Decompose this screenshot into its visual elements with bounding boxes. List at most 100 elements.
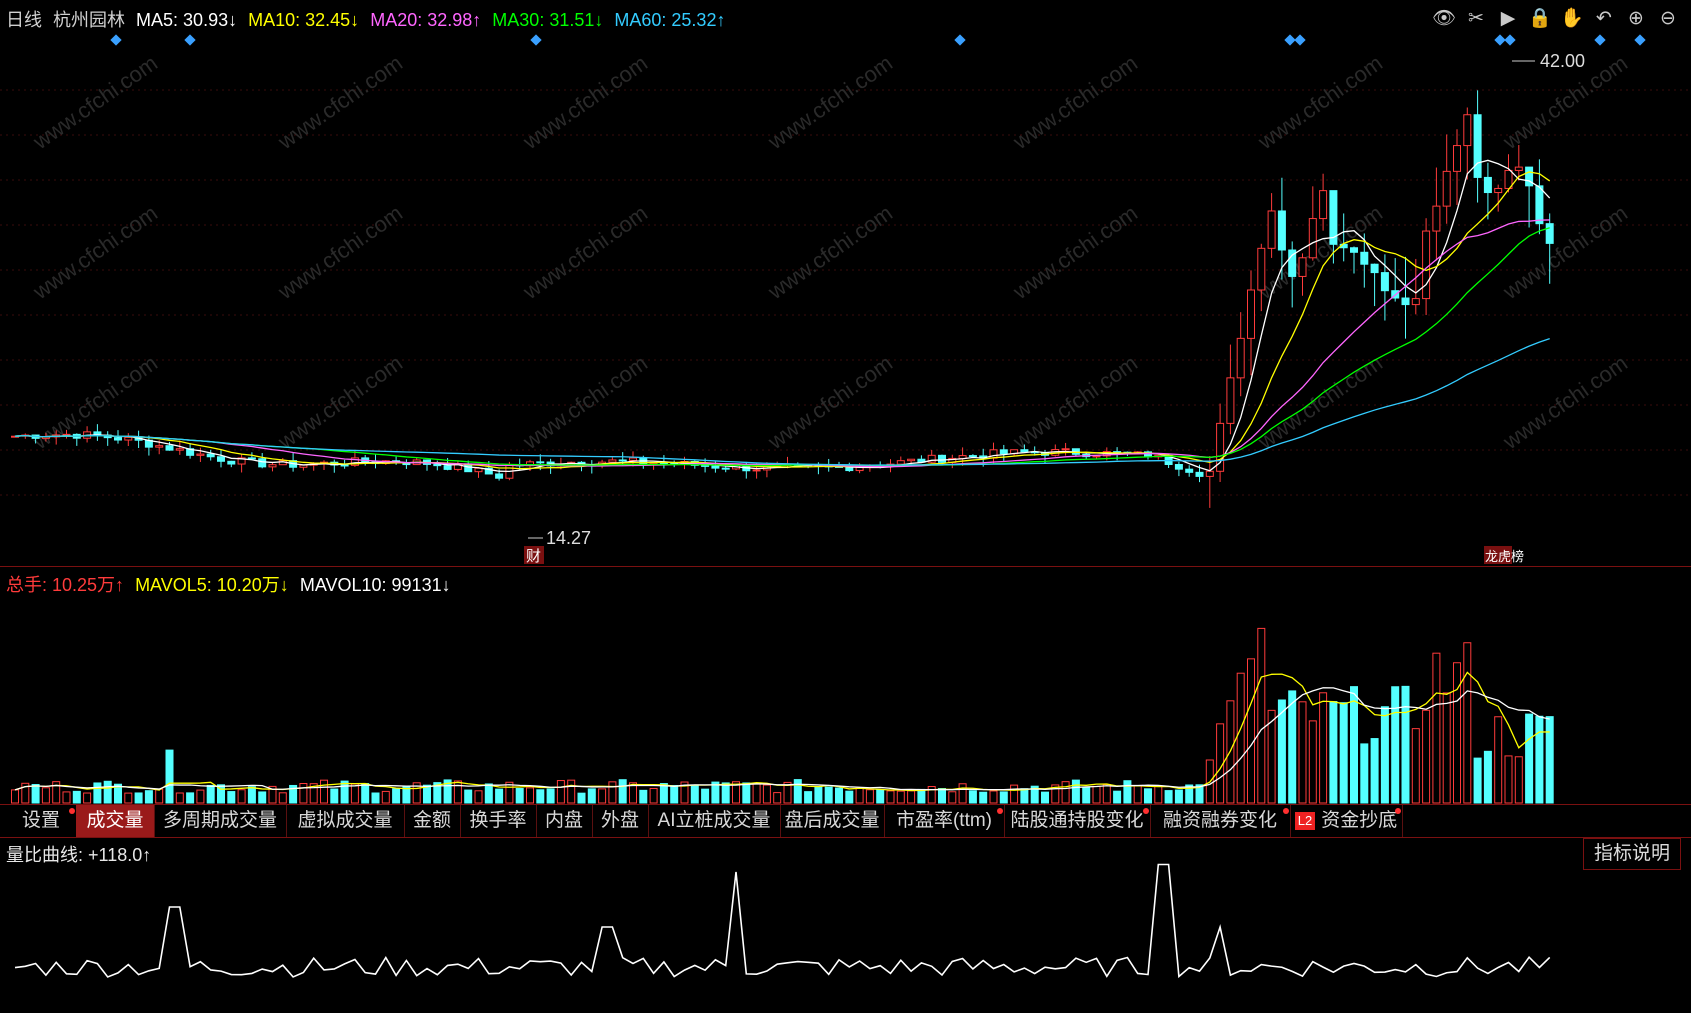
event-diamond-icon[interactable]	[1504, 34, 1516, 46]
volume-bar	[1453, 662, 1461, 804]
volume-ratio-panel[interactable]: 量比曲线: +118.0↑	[0, 837, 1691, 1013]
event-diamond-icon[interactable]	[530, 34, 542, 46]
volume-bar	[320, 779, 328, 804]
tab-8[interactable]: AI立桩成交量	[648, 805, 781, 837]
volume-bar	[1288, 690, 1297, 804]
candle	[1061, 442, 1070, 456]
tab-9[interactable]: 盘后成交量	[780, 805, 885, 837]
watermark-text: www.cfchi.com	[273, 200, 407, 304]
volume-bar	[175, 792, 184, 804]
hand-icon[interactable]: ✋	[1559, 6, 1585, 32]
volume-bar	[649, 787, 658, 804]
watermark-text: www.cfchi.com	[518, 350, 652, 454]
tab-label: 内盘	[544, 810, 583, 831]
watermark-text: www.cfchi.com	[763, 200, 897, 304]
volume-bar	[979, 791, 988, 804]
tab-1[interactable]: 成交量	[76, 805, 155, 837]
tab-13[interactable]: L2 资金抄底	[1290, 805, 1403, 837]
event-diamond-icon[interactable]	[1494, 34, 1506, 46]
volume-bar	[1010, 784, 1019, 804]
tab-7[interactable]: 外盘	[592, 805, 649, 837]
event-diamond-icon[interactable]	[184, 34, 196, 46]
tab-label: 陆股通持股变化	[1010, 810, 1144, 831]
eye-icon[interactable]: 👁	[1431, 6, 1457, 32]
watermark-text: www.cfchi.com	[1253, 50, 1387, 154]
tab-5[interactable]: 换手率	[460, 805, 537, 837]
candle	[320, 460, 328, 470]
scissors-icon[interactable]: ✂	[1463, 6, 1489, 32]
event-diamond-icon[interactable]	[110, 34, 122, 46]
tab-2[interactable]: 多周期成交量	[154, 805, 287, 837]
volume-bar	[556, 780, 565, 804]
volume-bar	[618, 779, 627, 804]
chart-toolbar: 👁 ✂ ▶ 🔒 ✋ ↶ ⊕ ⊖	[1431, 6, 1681, 32]
volume-bar	[196, 789, 205, 804]
volume-bar	[31, 784, 40, 804]
candle	[1535, 159, 1544, 235]
volume-bar	[453, 780, 462, 804]
event-diamond-icon[interactable]	[1634, 34, 1646, 46]
volume-bar	[1329, 701, 1338, 804]
volume-bar	[1370, 738, 1379, 804]
volume-bar	[83, 792, 92, 804]
event-diamond-icon[interactable]	[1284, 34, 1296, 46]
price-chart-panel[interactable]: 日线 杭州园林 MA5: 30.93↓ MA10: 32.45↓ MA20: 3…	[0, 0, 1691, 565]
candle	[124, 433, 133, 447]
l2-badge: L2	[1294, 811, 1316, 830]
volume-bar	[773, 792, 782, 804]
tab-label: AI立桩成交量	[657, 810, 771, 831]
volume-ratio-chart[interactable]	[0, 837, 1691, 1013]
tab-11[interactable]: 陆股通持股变化	[1004, 805, 1151, 837]
candle	[1380, 254, 1389, 321]
candle	[1525, 166, 1534, 228]
candlestick-chart[interactable]: www.cfchi.com www.cfchi.com www.cfchi.com w…	[0, 0, 1691, 565]
volume-bar	[1071, 779, 1080, 804]
tab-10[interactable]: 市盈率(ttm)	[884, 805, 1005, 837]
watermark-text: www.cfchi.com	[1498, 350, 1632, 454]
tab-label: 成交量	[86, 810, 144, 831]
tab-12[interactable]: 融资融券变化	[1150, 805, 1291, 837]
volume-chart-panel[interactable]: 总手: 10.25万↑ MAVOL5: 10.20万↓ MAVOL10: 991…	[0, 566, 1691, 805]
event-diamond-icon[interactable]	[1294, 34, 1306, 46]
tab-label: 多周期成交量	[162, 810, 277, 831]
indicator-info-button[interactable]: 指标说明	[1582, 838, 1681, 870]
candle	[1494, 184, 1503, 212]
volume-bar	[526, 787, 534, 804]
candle	[896, 456, 905, 465]
tab-0[interactable]: 设置	[6, 805, 77, 837]
candle	[83, 426, 92, 443]
zoom-in-icon[interactable]: ⊕	[1623, 6, 1649, 32]
event-diamond-icon[interactable]	[1594, 34, 1606, 46]
candle	[330, 459, 339, 473]
volume-bar	[824, 786, 833, 804]
lock-icon[interactable]: 🔒	[1527, 6, 1553, 32]
tab-label: 市盈率(ttm)	[895, 810, 993, 831]
tab-6[interactable]: 内盘	[536, 805, 593, 837]
tab-label: 换手率	[469, 810, 527, 831]
tab-3[interactable]: 虚拟成交量	[286, 805, 405, 837]
event-diamond-icon[interactable]	[954, 34, 966, 46]
volume-bar-chart[interactable]	[0, 567, 1691, 805]
undo-icon[interactable]: ↶	[1591, 6, 1617, 32]
candle	[1432, 167, 1441, 261]
volume-bar	[968, 790, 977, 804]
volume-bar	[1319, 692, 1328, 804]
volume-bar	[865, 789, 874, 804]
volume-bar	[1535, 715, 1544, 804]
ma5-value: MA5: 30.93↓	[136, 10, 238, 30]
volume-bar	[536, 789, 545, 804]
volume-bar	[896, 790, 905, 804]
period-label: 日线	[6, 10, 42, 30]
volume-bar	[464, 789, 473, 804]
volume-bar	[845, 790, 854, 804]
volume-bar	[1380, 706, 1389, 804]
volume-bar	[144, 790, 153, 804]
zoom-out-icon[interactable]: ⊖	[1655, 6, 1681, 32]
tab-4[interactable]: 金额	[404, 805, 461, 837]
play-icon[interactable]: ▶	[1495, 6, 1521, 32]
volume-bar	[1545, 716, 1554, 804]
volume-bar	[1494, 716, 1503, 804]
volume-bar	[474, 790, 483, 804]
volume-bar	[134, 792, 143, 804]
candle	[1350, 246, 1358, 274]
